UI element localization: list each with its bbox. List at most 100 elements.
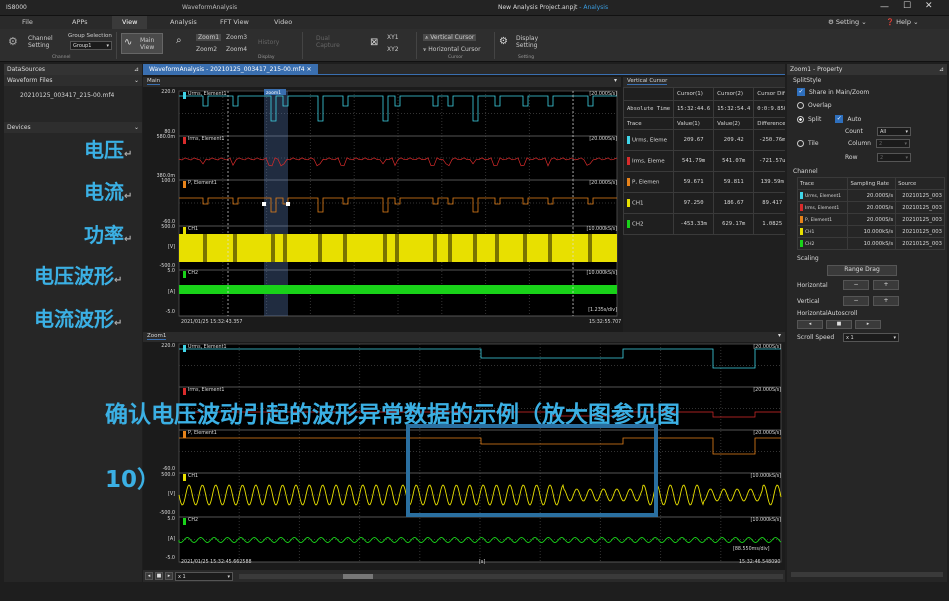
maximize-icon[interactable]: ☐ — [903, 1, 911, 11]
setting-menu[interactable]: ⚙ Setting ⌄ — [828, 18, 867, 26]
ch1-dip-mark — [495, 234, 499, 262]
zoom-time-unit: [s] — [479, 560, 486, 565]
abs-time-2: 15:32:54.4 — [713, 100, 755, 118]
ribbon-toolbar: ⚙ Channel Setting Group Selection Group1… — [0, 29, 949, 62]
waveform-files-header[interactable]: Waveform Files ⌄ — [4, 75, 142, 86]
ch-header-source: Source — [895, 177, 945, 190]
channel-row[interactable]: P, Element1 20.000S/s 20210125_003 — [796, 213, 945, 226]
vertical-minus-button[interactable]: − — [843, 296, 869, 306]
property-panel: Zoom1 - Property ⊿ SplitStyle ✓ Share in M… — [787, 64, 947, 582]
ch1-dip-mark — [271, 234, 275, 262]
autoscroll-left-button[interactable]: ◂ — [797, 320, 823, 329]
channel-row-rate: 20.000S/s — [847, 213, 897, 226]
property-header: Zoom1 - Property ⊿ — [787, 64, 947, 75]
ch1-dip-mark — [588, 234, 592, 262]
group-selection-label: Group Selection — [68, 33, 112, 39]
property-scrollbar[interactable] — [791, 572, 943, 577]
share-checkbox[interactable]: ✓ Share in Main/Zoom — [787, 86, 947, 98]
horizontal-plus-button[interactable]: + — [873, 280, 899, 290]
cursor-row-v1: -453.33m — [673, 213, 715, 235]
menu-video[interactable]: Video — [274, 18, 292, 26]
channel-row-src: 20210125_003 — [895, 237, 945, 250]
channel-setting-button[interactable]: Channel Setting — [28, 35, 53, 49]
autoscroll-stop-button[interactable]: ■ — [826, 320, 852, 329]
column-select[interactable]: 2 ▾ — [876, 139, 910, 148]
zoom3-button[interactable]: Zoom3 — [226, 34, 247, 41]
waveform-file-item[interactable]: 20210125_003417_215-00.mf4 — [4, 86, 142, 105]
dual-capture-button[interactable]: Dual Capture — [316, 35, 340, 49]
xy1-button[interactable]: XY1 — [387, 34, 399, 41]
zoom-plot-title: Zoom1 — [147, 333, 167, 340]
close-icon[interactable]: ✕ — [306, 66, 311, 73]
menu-file[interactable]: File — [22, 18, 33, 26]
menu-analysis[interactable]: Analysis — [170, 18, 197, 26]
group-select[interactable]: Group1 ▾ — [70, 41, 112, 50]
horizontal-minus-button[interactable]: − — [843, 280, 869, 290]
main-plot-title: Main — [147, 78, 161, 85]
channel-row-trace: CH2 — [796, 237, 849, 250]
horizontal-cursor-button[interactable]: ⩛ Horizontal Cursor — [423, 46, 481, 53]
horizontal-scrollbar[interactable] — [239, 574, 783, 579]
cursor-row[interactable]: CH2 -453.33m 629.17m 1.0825 — [623, 213, 785, 235]
display-setting-button[interactable]: Display Setting — [516, 35, 538, 49]
cursor-row-trace: Irms, Eleme — [623, 150, 675, 172]
channel-row[interactable]: Urms, Element1 20.000S/s 20210125_003 — [796, 189, 945, 202]
channel-row-rate: 20.000S/s — [847, 189, 897, 202]
cursor-row[interactable]: Urms, Eleme 209.67 209.42 -250.76m — [623, 129, 785, 151]
zoom-handle-left[interactable] — [262, 202, 266, 206]
scroll-right-icon[interactable]: ▸ — [165, 572, 173, 580]
zoom4-button[interactable]: Zoom4 — [226, 46, 247, 53]
cursor-row[interactable]: Irms, Eleme 541.79m 541.07m -721.57u — [623, 150, 785, 172]
channel-row-src: 20210125_003 — [895, 189, 945, 202]
cursor-row-d: 89.417 — [753, 192, 785, 214]
pin-icon[interactable]: ⊿ — [134, 66, 139, 73]
pin-icon[interactable]: ⊿ — [939, 66, 944, 73]
cursor-row-trace: P, Elemen — [623, 171, 675, 193]
scrollbar-thumb[interactable] — [343, 574, 373, 579]
zoom-plot-menu-icon[interactable]: ▾ — [778, 332, 781, 339]
split-radio[interactable]: Split ✓ Auto — [787, 113, 947, 125]
channel-row[interactable]: CH2 10.000kS/s 20210125_003 — [796, 237, 945, 250]
help-menu[interactable]: ❓ Help ⌄ — [886, 18, 919, 26]
main-plot-canvas[interactable]: zoom1 — [143, 87, 621, 332]
vertical-cursor-button[interactable]: ⩚ Vertical Cursor — [423, 34, 477, 41]
menu-view[interactable]: View — [112, 16, 148, 29]
auto-checkbox[interactable]: ✓ — [835, 115, 844, 123]
scroll-speed-select[interactable]: x 1 ▾ — [843, 333, 899, 342]
cursor-row-v1: 541.79m — [673, 150, 715, 172]
vertical-plus-button[interactable]: + — [873, 296, 899, 306]
close-icon[interactable]: ✕ — [925, 1, 933, 11]
document-tab[interactable]: WaveformAnalysis - 20210125_003417_215-0… — [143, 64, 318, 75]
cursor-row-v2: 209.42 — [713, 129, 755, 151]
channel-row[interactable]: CH1 10.000kS/s 20210125_003 — [796, 225, 945, 238]
xy2-button[interactable]: XY2 — [387, 46, 399, 53]
menu-fft-view[interactable]: FFT View — [220, 18, 249, 26]
count-select[interactable]: All ▾ — [877, 127, 911, 136]
zoom1-button[interactable]: Zoom1 — [196, 34, 222, 41]
main-view-button[interactable]: ∿ Main View — [121, 33, 163, 54]
ch1-dip-mark — [448, 234, 452, 262]
cursor-row[interactable]: CH1 97.250 186.67 89.417 — [623, 192, 785, 214]
devices-header[interactable]: Devices ⌄ — [4, 122, 142, 133]
cursor-row-trace: CH1 — [623, 192, 675, 214]
row-label: Row — [845, 154, 858, 161]
stop-icon[interactable]: ■ — [155, 572, 163, 580]
scroll-left-icon[interactable]: ◂ — [145, 572, 153, 580]
history-button[interactable]: History — [258, 39, 279, 46]
range-drag-button[interactable]: Range Drag — [827, 265, 897, 276]
main-plot-menu-icon[interactable]: ▾ — [614, 77, 617, 84]
autoscroll-right-button[interactable]: ▸ — [855, 320, 881, 329]
tile-radio[interactable] — [797, 140, 804, 147]
overlap-radio[interactable]: Overlap — [787, 98, 947, 113]
cursor-row[interactable]: P, Elemen 59.671 59.811 139.59m — [623, 171, 785, 193]
zoom2-button[interactable]: Zoom2 — [196, 46, 217, 53]
minimize-icon[interactable]: — — [880, 2, 889, 12]
cursor-row-v1: 59.671 — [673, 171, 715, 193]
menu-apps[interactable]: APPs — [72, 18, 88, 26]
row-select[interactable]: 2 ▾ — [877, 153, 911, 162]
app-name: IS8000 — [6, 4, 27, 11]
zoom-handle-right[interactable] — [286, 202, 290, 206]
zoom-factor-select[interactable]: x 1 ▾ — [175, 572, 233, 581]
ch1-dip-mark — [383, 234, 387, 262]
channel-row[interactable]: Irms, Element1 20.000S/s 20210125_003 — [796, 201, 945, 214]
